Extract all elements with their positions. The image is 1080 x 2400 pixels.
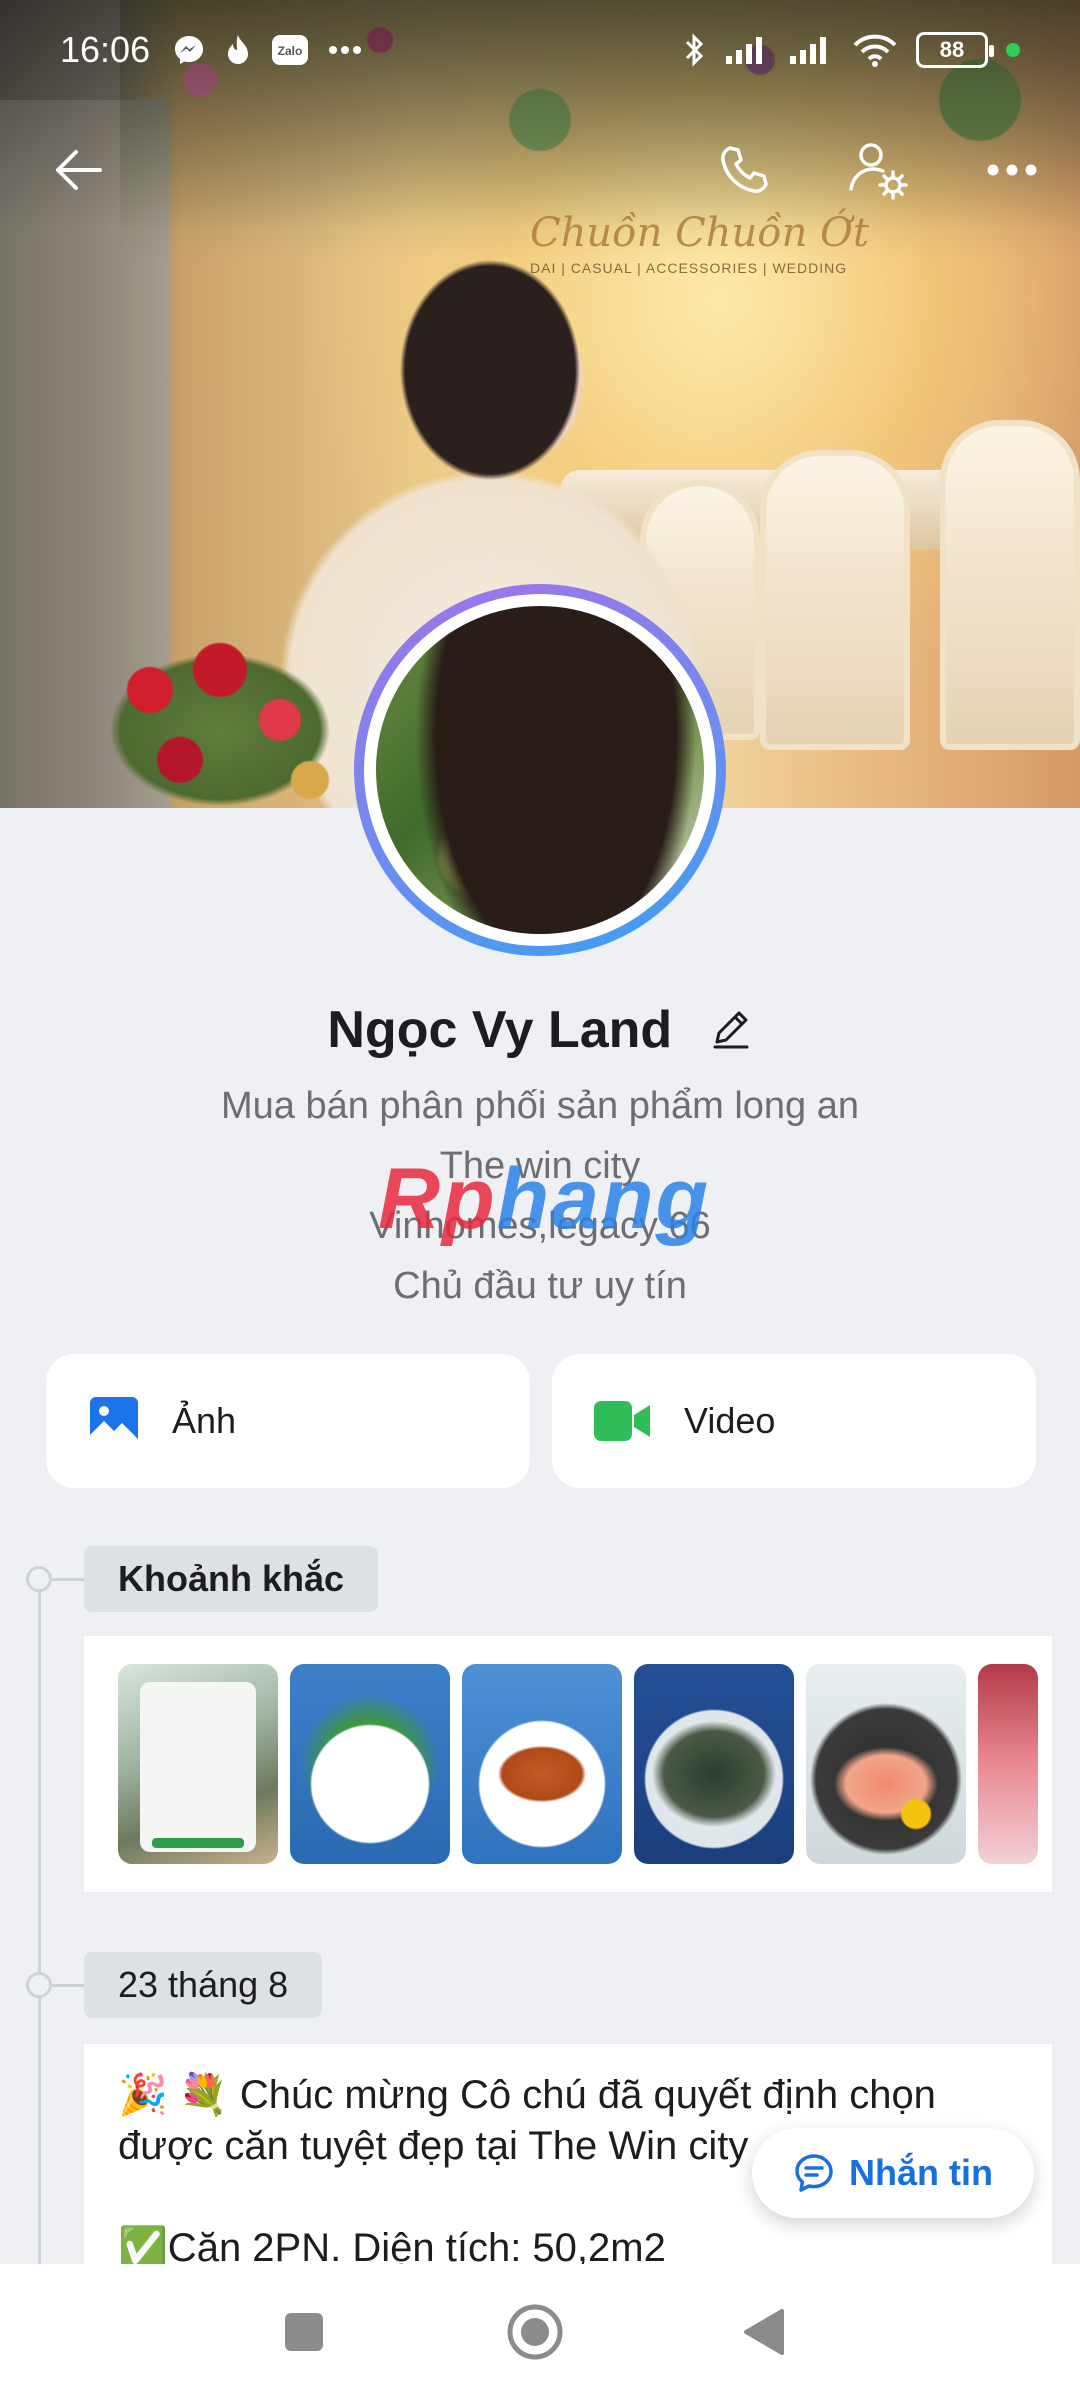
home-button[interactable] [475,2264,595,2400]
active-dot [1006,43,1020,57]
moments-chip: Khoảnh khắc [84,1546,379,1612]
cover-chair [940,420,1080,750]
video-button[interactable]: Video [552,1354,1036,1488]
system-navigation-bar [0,2264,1080,2400]
wifi-icon [852,33,898,67]
battery-icon: 88 [916,32,994,68]
message-button-label: Nhắn tin [849,2152,993,2193]
notification-icons: Zalo [172,33,362,67]
chat-bubble-icon [795,2154,833,2192]
profile-name: Ngọc Vy Land [327,1001,673,1059]
profile-bio: Mua bán phân phối sản phẩm long an The w… [0,1076,1080,1316]
bluetooth-icon [684,32,706,68]
edit-pencil-icon[interactable] [709,1003,753,1063]
profile-name-row: Ngọc Vy Land [0,1000,1080,1063]
timeline-line [38,1576,41,2266]
moment-thumbnail[interactable] [118,1664,278,1864]
recents-button[interactable] [244,2264,364,2400]
more-dots-icon [328,45,362,55]
timeline-node [26,1566,52,1592]
profile-settings-button[interactable] [838,130,918,210]
post-text-line: ✅Căn 2PN. Diện tích: 50,2m2 [118,2226,666,2264]
square-icon [285,2313,323,2351]
status-bar: 16:06 Zalo 88 [0,0,1080,100]
video-camera-icon [594,1401,650,1441]
status-time: 16:06 [60,29,151,70]
moments-thumbnails [118,1664,1038,1864]
messenger-icon [172,33,206,67]
zalo-icon: Zalo [270,33,310,67]
cover-chair [760,450,910,750]
triangle-back-icon [744,2309,784,2355]
photos-button[interactable]: Ảnh [46,1354,530,1488]
message-button[interactable]: Nhắn tin [752,2128,1034,2218]
cover-flowers [90,630,350,808]
moment-thumbnail[interactable] [462,1664,622,1864]
more-options-button[interactable] [972,130,1052,210]
moment-thumbnail[interactable] [290,1664,450,1864]
timeline-connector [52,1578,84,1581]
svg-text:Zalo: Zalo [278,44,303,58]
moment-thumbnail[interactable] [978,1664,1038,1864]
back-button[interactable] [38,130,118,210]
photos-label: Ảnh [172,1400,237,1441]
home-circle-icon [507,2304,563,2360]
photo-icon [90,1397,138,1447]
moments-card [84,1636,1052,1892]
avatar[interactable] [376,606,704,934]
back-arrow-icon [56,150,102,190]
more-horizontal-icon [987,164,1037,176]
moment-thumbnail[interactable] [806,1664,966,1864]
system-icons: 88 [684,32,1020,68]
profile-top-nav [0,130,1080,210]
phone-icon [721,146,768,193]
bio-line: Vinhomes,legacy 66 [369,1205,711,1247]
signal-icon [724,34,770,66]
signal-icon [788,34,834,66]
video-label: Video [684,1400,776,1441]
avatar-frame [364,594,716,946]
timeline-connector [52,1984,84,1987]
post-text-line: 🎉 💐 Chúc mừng Cô chú đã quyết định chọn [118,2073,936,2117]
bio-line: The win city [439,1145,641,1187]
flame-icon [224,33,252,67]
moment-thumbnail[interactable] [634,1664,794,1864]
back-nav-button[interactable] [704,2264,824,2400]
bio-line: Mua bán phân phối sản phẩm long an [220,1085,860,1127]
user-settings-icon [849,143,908,200]
bio-line: Chủ đầu tư uy tín [393,1265,687,1307]
timeline-node [26,1972,52,1998]
avatar-ring[interactable] [354,584,726,956]
date-chip: 23 tháng 8 [84,1952,323,2018]
call-button[interactable] [704,130,784,210]
